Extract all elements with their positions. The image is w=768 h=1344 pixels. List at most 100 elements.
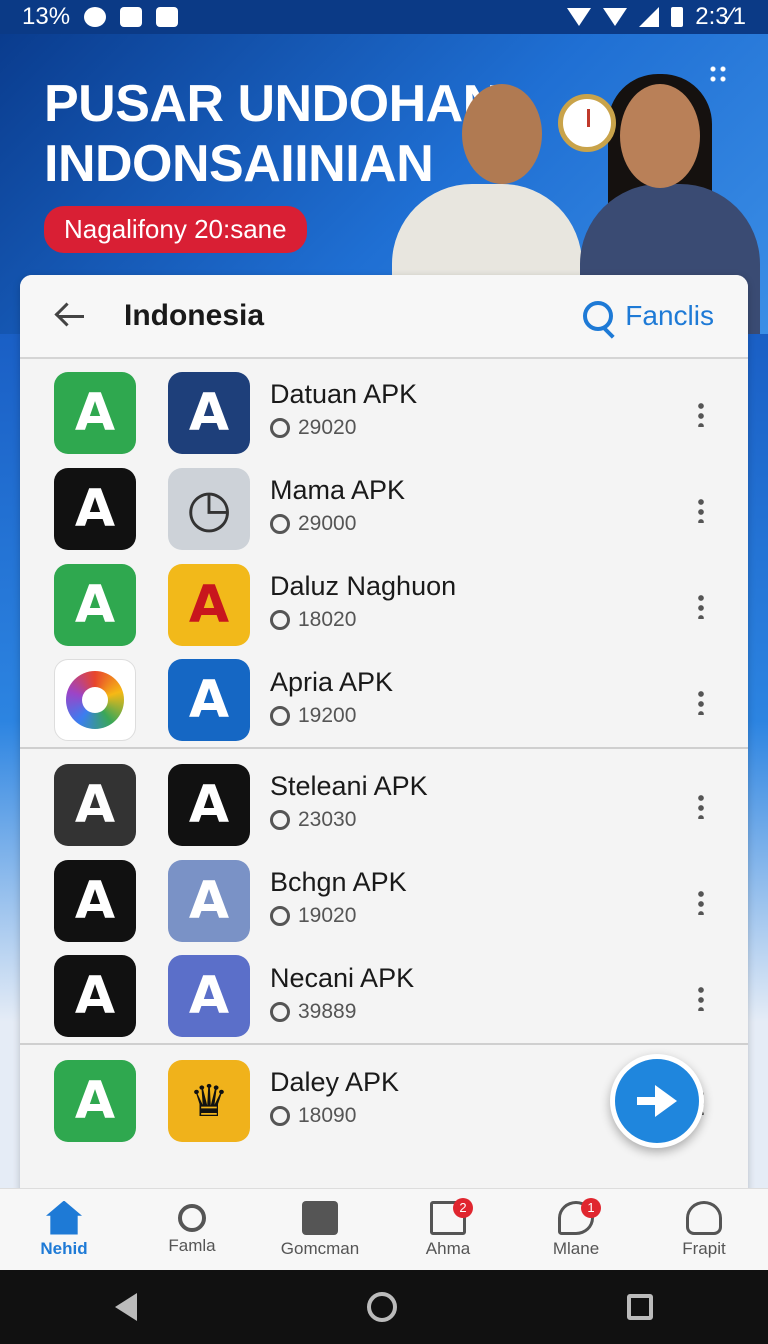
red-green-a-icon[interactable]: A — [54, 764, 136, 846]
page-title: Indonesia — [124, 299, 265, 332]
app-row[interactable]: A A Daluz Naghuon 18020 — [20, 557, 748, 653]
letter-a-glyph: A — [74, 871, 116, 931]
app-text: Steleani APK 23030 — [270, 771, 428, 832]
city-a-icon[interactable]: A — [168, 860, 250, 942]
icon-glyph: A — [188, 670, 230, 730]
app-download-count: 19200 — [270, 704, 393, 728]
app-name: Daley APK — [270, 1067, 400, 1097]
app-text: Mama APK 29000 — [270, 475, 405, 536]
clock-badge-icon[interactable]: ◷ — [168, 468, 250, 550]
nav-item-chat[interactable]: 1 Mlane — [512, 1189, 640, 1270]
yellow-a-icon[interactable]: A — [168, 564, 250, 646]
nav-item-search[interactable]: Famla — [128, 1189, 256, 1270]
letter-a-glyph: A — [74, 479, 116, 539]
color-ring-icon[interactable] — [54, 659, 136, 741]
app-notification-icon — [84, 7, 107, 27]
gold-emblem-icon[interactable]: ♛ — [168, 1060, 250, 1142]
download-count-icon — [270, 1106, 290, 1126]
download-count-icon — [270, 610, 290, 630]
search-icon — [583, 301, 614, 331]
icon-glyph: A — [188, 775, 230, 835]
system-back-icon[interactable] — [115, 1293, 137, 1321]
app-row[interactable]: A Apria APK 19200 — [20, 653, 748, 749]
green-a-icon[interactable]: A — [54, 564, 136, 646]
wifi-icon — [567, 8, 592, 26]
app-row[interactable]: A A Bchgn APK 19020 — [20, 853, 748, 949]
person-woman-head — [620, 84, 700, 188]
app-row[interactable]: A A Necani APK 39889 — [20, 949, 748, 1045]
hero-badge[interactable]: Nagalifony 20:sane — [44, 206, 307, 253]
app-row[interactable]: A ◷ Mama APK 29000 — [20, 461, 748, 557]
dark-a-icon[interactable]: A — [168, 764, 250, 846]
grid-icon — [302, 1200, 338, 1235]
search-button[interactable]: Fanclis — [583, 300, 714, 332]
app-download-count: 39889 — [270, 1000, 414, 1024]
app-name: Necani APK — [270, 963, 415, 993]
app-count-value: 18020 — [298, 608, 357, 631]
app-name: Daluz Naghuon — [270, 571, 457, 601]
more-options-icon[interactable] — [698, 889, 704, 915]
app-list: A A Datuan APK 29020 A ◷ Mama APK 29000 A A Daluz … — [20, 365, 748, 1149]
nav-item-mail[interactable]: 2 Ahma — [384, 1189, 512, 1270]
system-home-icon[interactable] — [367, 1292, 397, 1322]
app-download-count: 29020 — [270, 416, 417, 440]
blue-a-icon[interactable]: A — [168, 372, 250, 454]
next-fab-button[interactable] — [610, 1054, 704, 1148]
app-text: Datuan APK 29020 — [270, 379, 417, 440]
app-text: Apria APK 19200 — [270, 667, 393, 728]
letter-a-glyph: A — [74, 775, 116, 835]
nav-item-user[interactable]: Frapit — [640, 1189, 768, 1270]
more-options-icon[interactable] — [698, 401, 704, 427]
green-a-icon[interactable]: A — [54, 372, 136, 454]
icon-glyph: ◷ — [186, 479, 232, 539]
more-options-icon[interactable] — [698, 593, 704, 619]
arrow-right-icon — [637, 1085, 677, 1117]
bag-notification-icon — [156, 7, 179, 27]
blue-triangle-icon[interactable]: A — [168, 659, 250, 741]
battery-icon — [671, 7, 684, 27]
more-options-icon[interactable] — [698, 497, 704, 523]
search-label: Fanclis — [625, 300, 714, 331]
app-download-count: 19020 — [270, 904, 407, 928]
download-count-icon — [270, 706, 290, 726]
letter-a-glyph: A — [74, 1071, 116, 1131]
download-count-icon — [270, 810, 290, 830]
letter-a-glyph: A — [74, 383, 116, 443]
black-a-icon[interactable]: A — [54, 860, 136, 942]
more-options-icon[interactable] — [698, 793, 704, 819]
app-name: Apria APK — [270, 667, 394, 697]
black-a-icon[interactable]: A — [54, 468, 136, 550]
user-icon — [686, 1200, 722, 1235]
image-notification-icon — [120, 7, 143, 27]
nav-item-home[interactable]: Nehid — [0, 1189, 128, 1270]
letter-a-glyph: A — [74, 966, 116, 1026]
signal-icon — [639, 7, 660, 27]
battery-percent: 13% — [22, 3, 71, 30]
app-text: Daley APK 18090 — [270, 1067, 399, 1128]
black-a-icon[interactable]: A — [54, 955, 136, 1037]
wifi-alt-icon — [603, 8, 628, 26]
back-arrow-icon[interactable] — [54, 300, 86, 332]
status-right: 2:3⁄1 — [567, 3, 746, 31]
system-recents-icon[interactable] — [627, 1294, 653, 1320]
app-name: Datuan APK — [270, 379, 418, 409]
app-count-value: 23030 — [298, 808, 357, 831]
app-count-value: 39889 — [298, 1000, 357, 1023]
sunset-a-icon[interactable]: A — [168, 955, 250, 1037]
download-count-icon — [270, 906, 290, 926]
green-a-icon[interactable]: A — [54, 1060, 136, 1142]
app-download-count: 23030 — [270, 808, 428, 832]
nav-label: Nehid — [40, 1238, 88, 1258]
mail-icon: 2 — [430, 1197, 473, 1235]
app-row[interactable]: A A Steleani APK 23030 — [20, 757, 748, 853]
notification-badge: 1 — [581, 1197, 601, 1218]
more-options-icon[interactable] — [698, 689, 704, 715]
clock-time: 2:3⁄1 — [695, 3, 746, 30]
app-row[interactable]: A A Datuan APK 29020 — [20, 365, 748, 461]
app-download-count: 29000 — [270, 512, 405, 536]
more-options-icon[interactable] — [698, 985, 704, 1011]
app-download-count: 18090 — [270, 1104, 399, 1128]
person-man-head — [462, 84, 542, 184]
app-text: Necani APK 39889 — [270, 963, 414, 1024]
nav-item-grid[interactable]: Gomcman — [256, 1189, 384, 1270]
